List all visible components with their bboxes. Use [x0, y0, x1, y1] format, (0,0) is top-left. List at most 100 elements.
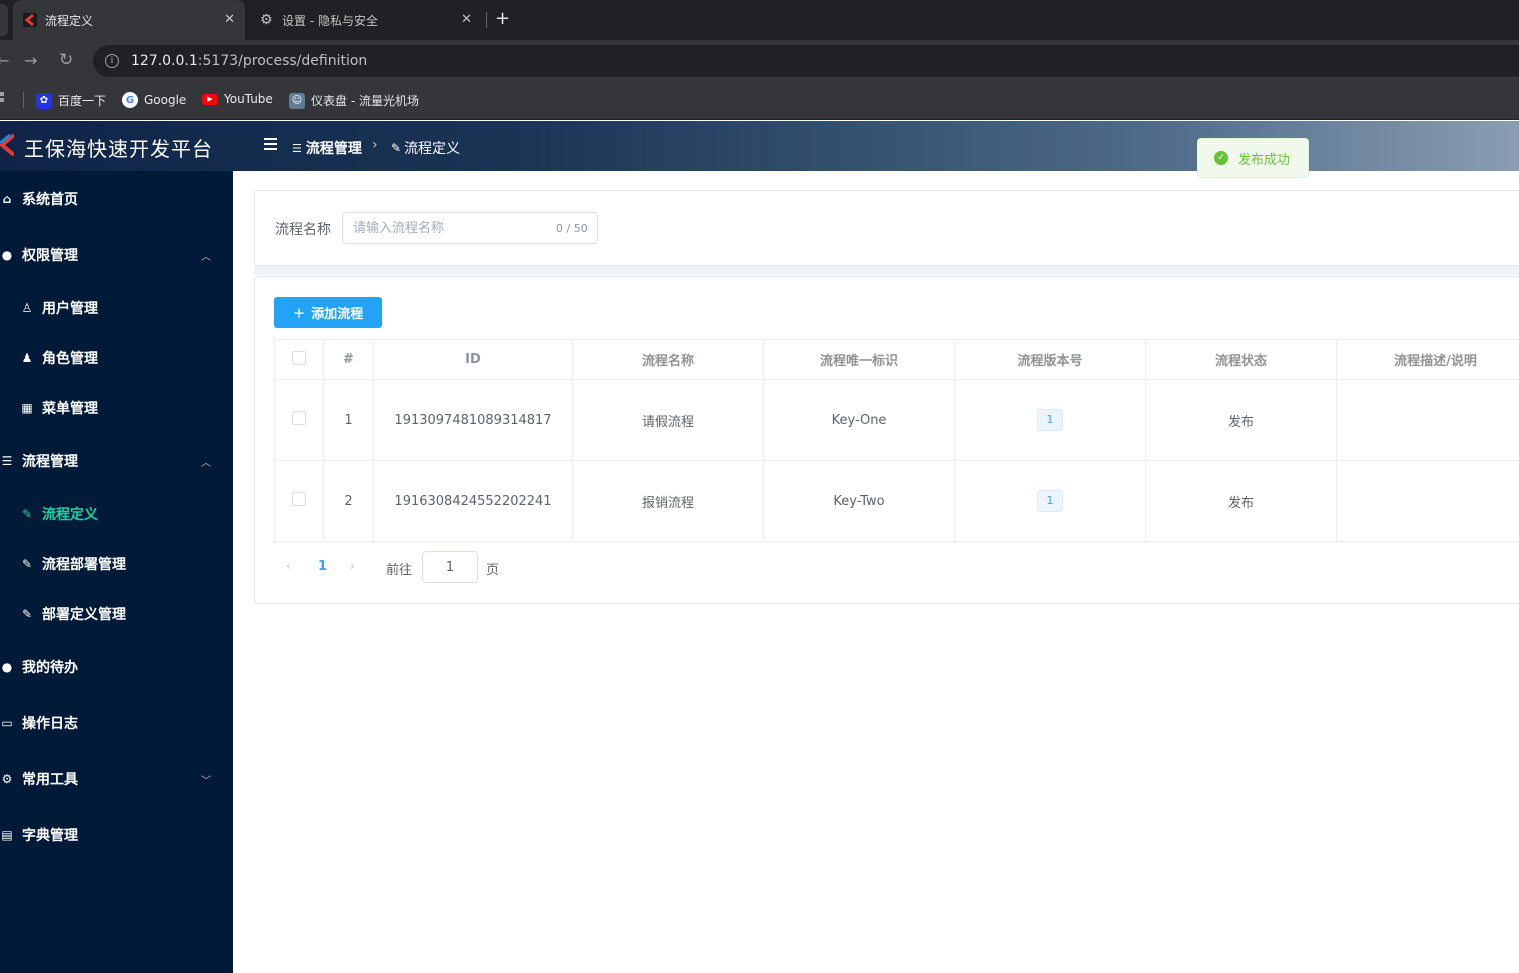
row-desc: [1336, 460, 1519, 542]
chevron-down-icon: ﹀: [201, 775, 211, 787]
bookmarks-bar: ✿ 百度一下 G Google ▶ YouTube ☺ 仪表盘 - 流量光机场: [0, 82, 1519, 120]
sidebar-item-label: 流程定义: [42, 507, 98, 523]
sidebar-item-label: 字典管理: [22, 828, 78, 844]
sidebar-item-logs[interactable]: ▭ 操作日志: [0, 703, 233, 743]
chevron-up-icon: ︿: [201, 251, 211, 263]
row-version-cell: 1: [954, 460, 1146, 542]
back-arrow-icon[interactable]: ←: [0, 51, 9, 70]
prev-page-chevron-icon[interactable]: ‹: [286, 559, 291, 573]
row-checkbox[interactable]: [292, 492, 306, 506]
dashboard-avatar-icon: ☺: [289, 92, 305, 109]
sidebar-item-process[interactable]: ☰ 流程管理 ︿: [0, 441, 233, 481]
sidebar-item-dictionary[interactable]: ▤ 字典管理: [0, 815, 233, 855]
row-index: 1: [323, 379, 374, 461]
comment-icon: ▭: [1, 716, 13, 730]
sidebar-item-label: 流程部署管理: [42, 557, 126, 573]
address-bar[interactable]: i 127.0.0.1:5173/process/definition: [93, 45, 1519, 77]
bookmark-separator: [23, 92, 24, 108]
sidebar-item-roles[interactable]: ♟ 角色管理: [0, 338, 233, 378]
column-header: 流程状态: [1145, 339, 1337, 380]
bookmark-label: 百度一下: [58, 94, 107, 108]
version-tag: 1: [1037, 490, 1063, 512]
row-version-cell: 1: [954, 379, 1146, 461]
gear-icon: ⚙: [1, 772, 13, 786]
column-header: 流程描述/说明: [1336, 339, 1519, 380]
edit-icon: ✎: [21, 507, 33, 521]
column-header: ID: [373, 339, 573, 380]
forward-arrow-icon[interactable]: →: [24, 51, 37, 70]
tab-active[interactable]: 流程定义 ✕: [13, 0, 245, 40]
baidu-paw-icon: ✿: [36, 92, 52, 109]
search-label: 流程名称: [275, 222, 331, 238]
user-icon: ●: [1, 248, 13, 262]
app-favicon-icon: [23, 13, 37, 27]
user-outline-icon: ♙: [21, 301, 33, 315]
table-header-row: # ID 流程名称 流程唯一标识 流程版本号 流程状态 流程描述/说明: [274, 339, 1519, 380]
row-name: 报销流程: [572, 460, 764, 542]
goto-page-input[interactable]: [422, 551, 478, 583]
bookmark-baidu[interactable]: ✿ 百度一下: [36, 92, 106, 109]
tab-title: 流程定义: [45, 13, 94, 28]
sidebar-item-label: 用户管理: [42, 301, 98, 317]
breadcrumb-label: 流程管理: [305, 141, 362, 157]
sliders-icon: ☰: [1, 454, 13, 468]
bookmark-dashboard[interactable]: ☺ 仪表盘 - 流量光机场: [289, 92, 419, 109]
reload-icon[interactable]: ↻: [59, 50, 73, 70]
table-row: 1 1913097481089314817 请假流程 Key-One 1 发布: [274, 379, 1519, 461]
plus-icon: +: [292, 303, 306, 322]
row-index: 2: [323, 460, 374, 542]
tab-separator: [486, 12, 487, 28]
sidebar-item-todo[interactable]: ● 我的待办: [0, 647, 233, 687]
success-toast: ✓ 发布成功: [1197, 138, 1309, 178]
section-gap: [254, 265, 1519, 275]
process-table: # ID 流程名称 流程唯一标识 流程版本号 流程状态 流程描述/说明 1 19…: [274, 339, 1519, 542]
sidebar-item-process-deploy[interactable]: ✎ 流程部署管理: [0, 544, 233, 584]
column-header: 流程唯一标识: [763, 339, 955, 380]
sidebar-item-permissions[interactable]: ● 权限管理 ︿: [0, 235, 233, 275]
sidebar-item-menus[interactable]: ▦ 菜单管理: [0, 388, 233, 428]
char-count: 0 / 50: [556, 222, 588, 235]
edit-icon: ✎: [21, 557, 33, 571]
new-tab-plus-icon[interactable]: +: [495, 8, 510, 29]
sliders-icon: ☰: [292, 141, 302, 155]
sidebar-item-tools[interactable]: ⚙ 常用工具 ﹀: [0, 759, 233, 799]
sidebar-item-deploy-definition[interactable]: ✎ 部署定义管理: [0, 594, 233, 634]
apps-grid-icon[interactable]: [0, 92, 6, 104]
edit-icon: ✎: [21, 607, 33, 621]
row-checkbox[interactable]: [292, 411, 306, 425]
tab-close-icon[interactable]: ✕: [461, 12, 472, 27]
browser-tab-bar: 流程定义 ✕ ⚙ 设置 - 隐私与安全 ✕ +: [0, 0, 1519, 40]
bookmark-label: YouTube: [224, 92, 273, 106]
select-all-checkbox[interactable]: [292, 350, 306, 365]
sidebar-item-label: 菜单管理: [42, 401, 98, 417]
column-header: 流程名称: [572, 339, 764, 380]
url-host: 127.0.0.1: [131, 53, 198, 69]
breadcrumb-chevron-icon: ›: [372, 137, 378, 153]
logo-icon: [0, 133, 16, 157]
row-status: 发布: [1145, 460, 1337, 542]
tab-close-icon[interactable]: ✕: [224, 12, 235, 27]
row-name: 请假流程: [572, 379, 764, 461]
page-number-current[interactable]: 1: [318, 559, 327, 574]
breadcrumb-item-parent[interactable]: ☰ 流程管理: [292, 138, 362, 158]
column-header: 流程版本号: [954, 339, 1146, 380]
row-id: 1916308424552202241: [373, 460, 573, 542]
tab-stub[interactable]: [0, 4, 8, 36]
tab-title: 设置 - 隐私与安全: [282, 13, 378, 28]
row-id: 1913097481089314817: [373, 379, 573, 461]
site-info-icon[interactable]: i: [105, 54, 119, 68]
sidebar-item-users[interactable]: ♙ 用户管理: [0, 288, 233, 328]
sidebar-item-label: 流程管理: [22, 454, 78, 470]
next-page-chevron-icon[interactable]: ›: [350, 559, 355, 573]
sidebar-item-home[interactable]: ⌂ 系统首页: [0, 179, 233, 219]
add-process-button[interactable]: + 添加流程: [274, 297, 382, 328]
sidebar-item-process-definition[interactable]: ✎ 流程定义: [0, 494, 233, 534]
breadcrumb-label: 流程定义: [404, 141, 461, 157]
menu-toggle-icon[interactable]: [264, 138, 277, 150]
page-unit-label: 页: [486, 563, 500, 578]
bookmark-google[interactable]: G Google: [122, 92, 186, 108]
sidebar-item-label: 常用工具: [22, 772, 78, 788]
sidebar-item-label: 我的待办: [22, 660, 78, 676]
bookmark-youtube[interactable]: ▶ YouTube: [202, 92, 273, 106]
tab-inactive[interactable]: ⚙ 设置 - 隐私与安全 ✕: [250, 0, 482, 40]
